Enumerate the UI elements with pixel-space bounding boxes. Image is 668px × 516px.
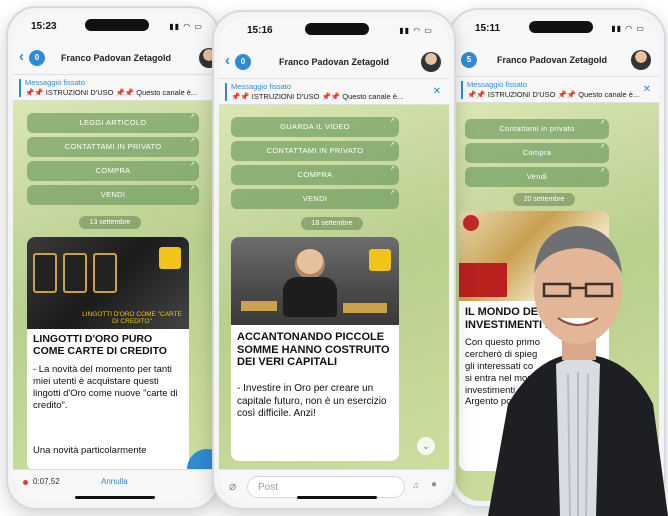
status-time: 15:23 xyxy=(31,21,57,32)
button-vendi[interactable]: VENDI xyxy=(231,183,399,209)
card-body-continued: Una novità particolarmente xyxy=(33,445,147,456)
channel-avatar[interactable] xyxy=(631,50,651,70)
signal-wifi-battery-icon: ▮▮ ◠ ▭ xyxy=(399,26,433,35)
button-leggi-articolo[interactable]: LEGGI ARTICOLO xyxy=(27,107,199,133)
status-bar: 15:23 ▮▮ ◠ ▭ xyxy=(13,13,213,39)
gold-cards-image: LINGOTTI D'ORO COME "CARTE DI CREDITO" xyxy=(27,237,189,329)
post-input[interactable]: Post xyxy=(247,476,405,498)
status-time: 15:16 xyxy=(247,25,273,36)
pinned-label: Messaggio fissato xyxy=(467,80,528,89)
pinned-message-bar[interactable]: Messaggio fissato 📌📌 ISTRUZIONI D'USO 📌📌… xyxy=(455,77,659,103)
pinned-indicator xyxy=(225,83,227,101)
channel-title[interactable]: Franco Padovan Zetagold xyxy=(279,57,389,67)
channel-avatar[interactable] xyxy=(199,48,213,68)
gold-card-2 xyxy=(63,253,87,293)
phone-middle-screen: 15:16 ▮▮ ◠ ▭ ‹ 0 Franco Padovan Zetagold… xyxy=(219,17,449,503)
logo-icon xyxy=(463,215,479,231)
image-caption: LINGOTTI D'ORO COME "CARTE DI CREDITO" xyxy=(82,310,182,325)
presenter-body xyxy=(283,277,337,317)
chat-header: 5 Franco Padovan Zetagold xyxy=(455,41,659,77)
phone-left: 15:23 ▮▮ ◠ ▭ ‹ 0 Franco Padovan Zetagold… xyxy=(6,6,220,510)
pinned-text: 📌📌 ISTRUZIONI D'USO 📌📌 Questo canale è..… xyxy=(231,92,404,101)
scroll-down-icon[interactable]: ⌄ xyxy=(417,437,435,455)
home-indicator xyxy=(75,496,155,499)
button-vendi[interactable]: VENDI xyxy=(27,179,199,205)
dynamic-island xyxy=(529,21,593,33)
presenter-head xyxy=(295,249,325,279)
button-compra[interactable]: Compra xyxy=(465,137,609,163)
microphone-icon[interactable]: ● xyxy=(431,479,437,490)
pinned-indicator xyxy=(19,79,21,97)
brand-logo-icon xyxy=(159,247,181,269)
chat-area: GUARDA IL VIDEO CONTATTAMI IN PRIVATO CO… xyxy=(219,105,449,503)
cancel-button[interactable]: Annulla xyxy=(101,477,128,486)
card-body: - Investire in Oro per creare un capital… xyxy=(237,383,387,419)
post-placeholder: Post xyxy=(258,482,279,493)
channel-title[interactable]: Franco Padovan Zetagold xyxy=(497,55,607,65)
button-compra[interactable]: COMPRA xyxy=(231,159,399,185)
pinned-label: Messaggio fissato xyxy=(231,82,292,91)
dynamic-island xyxy=(305,23,369,35)
attachment-icon[interactable]: ⌀ xyxy=(229,479,236,493)
message-card[interactable]: LINGOTTI D'ORO COME "CARTE DI CREDITO" L… xyxy=(27,237,189,471)
status-time: 15:11 xyxy=(475,23,501,34)
button-compra[interactable]: COMPRA xyxy=(27,155,199,181)
status-bar: 15:11 ▮▮ ◠ ▭ xyxy=(455,15,659,41)
button-vendi[interactable]: Vendi xyxy=(465,161,609,187)
channel-title[interactable]: Franco Padovan Zetagold xyxy=(61,53,171,63)
pinned-text: 📌📌 ISTRUZIONI D'USO 📌📌 Questo canale è..… xyxy=(25,88,198,97)
phone-left-screen: 15:23 ▮▮ ◠ ▭ ‹ 0 Franco Padovan Zetagold… xyxy=(13,13,213,503)
close-icon[interactable]: ✕ xyxy=(643,84,651,95)
back-chevron-icon[interactable]: ‹ xyxy=(225,52,230,69)
gold-bars-left xyxy=(241,301,277,311)
video-thumbnail-image xyxy=(231,237,399,325)
button-contattami[interactable]: CONTATTAMI IN PRIVATO xyxy=(27,131,199,157)
channel-avatar[interactable] xyxy=(421,52,441,72)
signal-wifi-battery-icon: ▮▮ ◠ ▭ xyxy=(611,24,645,33)
button-contattami[interactable]: CONTATTAMI IN PRIVATO xyxy=(231,135,399,161)
status-bar: 15:16 ▮▮ ◠ ▭ xyxy=(219,17,449,43)
pinned-message-bar[interactable]: Messaggio fissato 📌📌 ISTRUZIONI D'USO 📌📌… xyxy=(13,75,213,101)
recording-time: 0:07,52 xyxy=(33,477,60,486)
chat-header: ‹ 0 Franco Padovan Zetagold xyxy=(219,43,449,79)
card-title: LINGOTTI D'ORO PURO COME CARTE DI CREDIT… xyxy=(33,333,167,358)
back-badge-icon[interactable]: 0 xyxy=(235,54,251,70)
close-icon[interactable]: ✕ xyxy=(433,86,441,97)
chat-header: ‹ 0 Franco Padovan Zetagold xyxy=(13,39,213,75)
gold-card-3 xyxy=(93,253,117,293)
date-pill: 13 settembre xyxy=(79,216,141,229)
presenter-photo xyxy=(488,226,668,516)
dynamic-island xyxy=(85,19,149,31)
message-card[interactable]: ACCANTONANDO PICCOLE SOMME HANNO COSTRUI… xyxy=(231,237,399,461)
button-contattami[interactable]: Contattami in privato xyxy=(465,113,609,139)
card-body: - La novità del momento per tanti miei u… xyxy=(33,364,178,411)
date-pill: 18 settembre xyxy=(301,217,363,230)
pinned-label: Messaggio fissato xyxy=(25,78,86,87)
pinned-text: 📌📌 ISTRUZIONI D'USO 📌📌 Questo canale è..… xyxy=(467,90,640,99)
back-badge-icon[interactable]: 0 xyxy=(29,50,45,66)
pinned-indicator xyxy=(461,81,463,99)
button-guarda-video[interactable]: GUARDA IL VIDEO xyxy=(231,111,399,137)
gold-card-1 xyxy=(33,253,57,293)
bell-icon[interactable]: ♫ xyxy=(412,480,419,490)
pinned-message-bar[interactable]: Messaggio fissato 📌📌 ISTRUZIONI D'USO 📌📌… xyxy=(219,79,449,105)
brand-logo-icon xyxy=(369,249,391,271)
back-chevron-icon[interactable]: ‹ xyxy=(19,48,24,65)
card-title: ACCANTONANDO PICCOLE SOMME HANNO COSTRUI… xyxy=(237,331,390,369)
recording-dot-icon xyxy=(23,480,28,485)
signal-wifi-battery-icon: ▮▮ ◠ ▭ xyxy=(169,22,203,31)
home-indicator xyxy=(297,496,377,499)
chat-area: LEGGI ARTICOLO CONTATTAMI IN PRIVATO COM… xyxy=(13,101,213,503)
back-badge-icon[interactable]: 5 xyxy=(461,52,477,68)
phone-middle: 15:16 ▮▮ ◠ ▭ ‹ 0 Franco Padovan Zetagold… xyxy=(212,10,456,510)
gold-bars-right xyxy=(343,303,387,313)
